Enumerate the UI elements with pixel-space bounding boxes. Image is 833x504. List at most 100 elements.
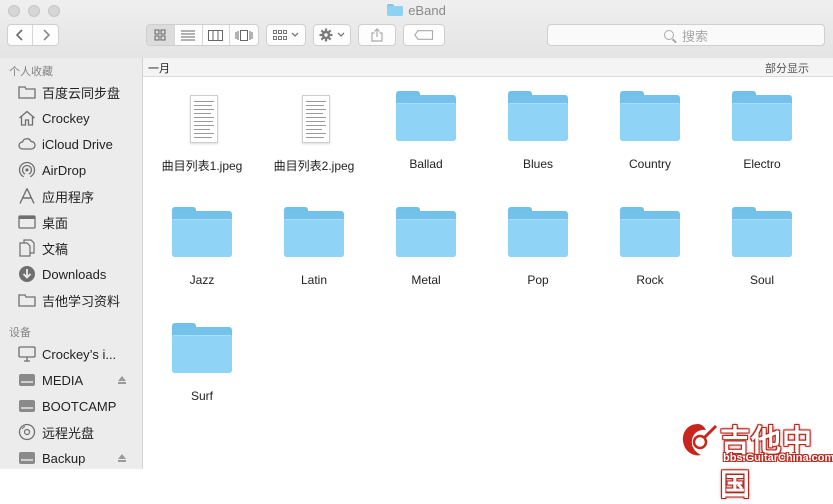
eject-icon[interactable] bbox=[118, 376, 126, 384]
sidebar-item-desktop[interactable]: 桌面 bbox=[0, 210, 142, 234]
folder-item[interactable]: Soul bbox=[706, 201, 818, 287]
cloud-icon bbox=[18, 135, 36, 153]
action-button[interactable] bbox=[313, 24, 351, 46]
window-title: eBand bbox=[0, 3, 833, 18]
folder-item[interactable]: Pop bbox=[482, 201, 594, 287]
folder-name: Pop bbox=[527, 273, 549, 287]
back-button[interactable] bbox=[8, 25, 34, 45]
drive-icon bbox=[18, 371, 36, 389]
folder-item[interactable]: Jazz bbox=[146, 201, 258, 287]
tags-button[interactable] bbox=[403, 24, 445, 46]
airdrop-icon bbox=[18, 161, 36, 179]
cover-flow-view-button[interactable] bbox=[230, 25, 258, 45]
folder-icon bbox=[508, 207, 568, 257]
drive-icon bbox=[18, 397, 36, 415]
sidebar-item-media[interactable]: MEDIA bbox=[0, 368, 142, 392]
drive-icon bbox=[18, 449, 36, 467]
folder-icon bbox=[284, 207, 344, 257]
folder-item[interactable]: Blues bbox=[482, 85, 594, 171]
folder-item[interactable]: Ballad bbox=[370, 85, 482, 171]
sidebar-item-computer[interactable]: Crockey’s i... bbox=[0, 342, 142, 366]
folder-name: Country bbox=[628, 157, 672, 171]
downloads-icon bbox=[18, 265, 36, 283]
folder-item[interactable]: Electro bbox=[706, 85, 818, 171]
image-thumbnail bbox=[258, 85, 370, 145]
folder-icon bbox=[396, 207, 456, 257]
sidebar-item-label: BOOTCAMP bbox=[42, 398, 117, 414]
folder-name: Latin bbox=[300, 273, 328, 287]
folder-icon bbox=[172, 323, 232, 373]
sidebar-item-label: Downloads bbox=[42, 266, 107, 282]
forward-button[interactable] bbox=[33, 25, 58, 45]
sidebar-section-devices: 设备 bbox=[9, 327, 31, 339]
folder-item[interactable]: Latin bbox=[258, 201, 370, 287]
sidebar-item-backup[interactable]: Backup bbox=[0, 446, 142, 470]
sidebar-item-label: Crockey’s i... bbox=[42, 346, 117, 362]
sidebar-item-applications[interactable]: 应用程序 bbox=[0, 184, 142, 208]
applications-icon bbox=[18, 187, 36, 205]
folder-name: Rock bbox=[636, 273, 664, 287]
home-icon bbox=[18, 109, 36, 127]
folder-icon bbox=[172, 207, 232, 257]
file-name: 曲目列表2.jpeg bbox=[273, 159, 355, 173]
image-thumbnail bbox=[146, 85, 258, 145]
folder-name: Jazz bbox=[189, 273, 215, 287]
column-view-button[interactable] bbox=[203, 25, 231, 45]
list-icon bbox=[181, 30, 196, 40]
gear-icon bbox=[319, 28, 333, 42]
arrange-grid-icon bbox=[273, 29, 287, 40]
watermark-url: bbs.GuitarChina.com bbox=[723, 452, 833, 464]
sidebar-item-label: 吉他学习资料 bbox=[42, 293, 121, 309]
folder-name: Blues bbox=[522, 157, 554, 171]
sidebar-item-remote-disc[interactable]: 远程光盘 bbox=[0, 420, 142, 444]
sidebar-item-label: AirDrop bbox=[42, 162, 87, 178]
share-icon bbox=[371, 28, 383, 42]
arrange-button[interactable] bbox=[266, 24, 306, 46]
sidebar-item-label: Crockey bbox=[42, 110, 90, 126]
guitarchina-watermark: 吉他中国 bbs.GuitarChina.com bbox=[676, 414, 833, 502]
group-title: 一月 bbox=[148, 63, 170, 75]
sidebar-item-downloads[interactable]: Downloads bbox=[0, 262, 142, 286]
file-item[interactable]: 曲目列表2.jpeg bbox=[258, 85, 370, 174]
search-field[interactable]: 搜索 bbox=[547, 24, 825, 46]
chevron-right-icon bbox=[42, 29, 50, 41]
sidebar-item-label: 百度云同步盘 bbox=[42, 85, 121, 101]
window-title-text: eBand bbox=[408, 3, 446, 18]
share-button[interactable] bbox=[358, 24, 396, 46]
guitar-logo-icon bbox=[682, 424, 718, 456]
columns-icon bbox=[208, 29, 224, 41]
folder-icon bbox=[18, 83, 36, 101]
sidebar-item-guitar-materials[interactable]: 吉他学习资料 bbox=[0, 288, 142, 312]
sidebar-item-label: MEDIA bbox=[42, 372, 84, 388]
chevron-down-icon bbox=[291, 32, 299, 37]
folder-item[interactable]: Metal bbox=[370, 201, 482, 287]
navigation-buttons bbox=[7, 24, 59, 46]
toolbar: eBand 搜索 bbox=[0, 0, 833, 59]
folder-item[interactable]: Rock bbox=[594, 201, 706, 287]
finder-window: eBand 搜索 个人收藏 百度云同步盘 Crockey iCloud Driv… bbox=[0, 0, 833, 502]
sidebar-item-label: 远程光盘 bbox=[42, 425, 95, 441]
folder-item[interactable]: Surf bbox=[146, 317, 258, 403]
sidebar-item-baidu-sync[interactable]: 百度云同步盘 bbox=[0, 80, 142, 104]
folder-icon bbox=[396, 91, 456, 141]
file-item[interactable]: 曲目列表1.jpeg bbox=[146, 85, 258, 174]
show-less-link[interactable]: 部分显示 bbox=[765, 60, 809, 76]
folder-name: Metal bbox=[411, 273, 441, 287]
computer-icon bbox=[18, 345, 36, 363]
folder-icon bbox=[732, 207, 792, 257]
sidebar-item-documents[interactable]: 文稿 bbox=[0, 236, 142, 260]
sidebar-item-airdrop[interactable]: AirDrop bbox=[0, 158, 142, 182]
tag-icon bbox=[414, 30, 434, 40]
sidebar-item-icloud-drive[interactable]: iCloud Drive bbox=[0, 132, 142, 156]
folder-icon bbox=[387, 4, 404, 16]
sidebar-item-label: Backup bbox=[42, 450, 86, 466]
search-icon bbox=[663, 30, 674, 40]
folder-icon bbox=[18, 291, 36, 309]
sidebar-item-crockey[interactable]: Crockey bbox=[0, 106, 142, 130]
list-view-button[interactable] bbox=[175, 25, 203, 45]
folder-item[interactable]: Country bbox=[594, 85, 706, 171]
folder-icon bbox=[732, 91, 792, 141]
sidebar-item-bootcamp[interactable]: BOOTCAMP bbox=[0, 394, 142, 418]
eject-icon[interactable] bbox=[118, 454, 126, 462]
icon-view-button[interactable] bbox=[147, 25, 175, 45]
